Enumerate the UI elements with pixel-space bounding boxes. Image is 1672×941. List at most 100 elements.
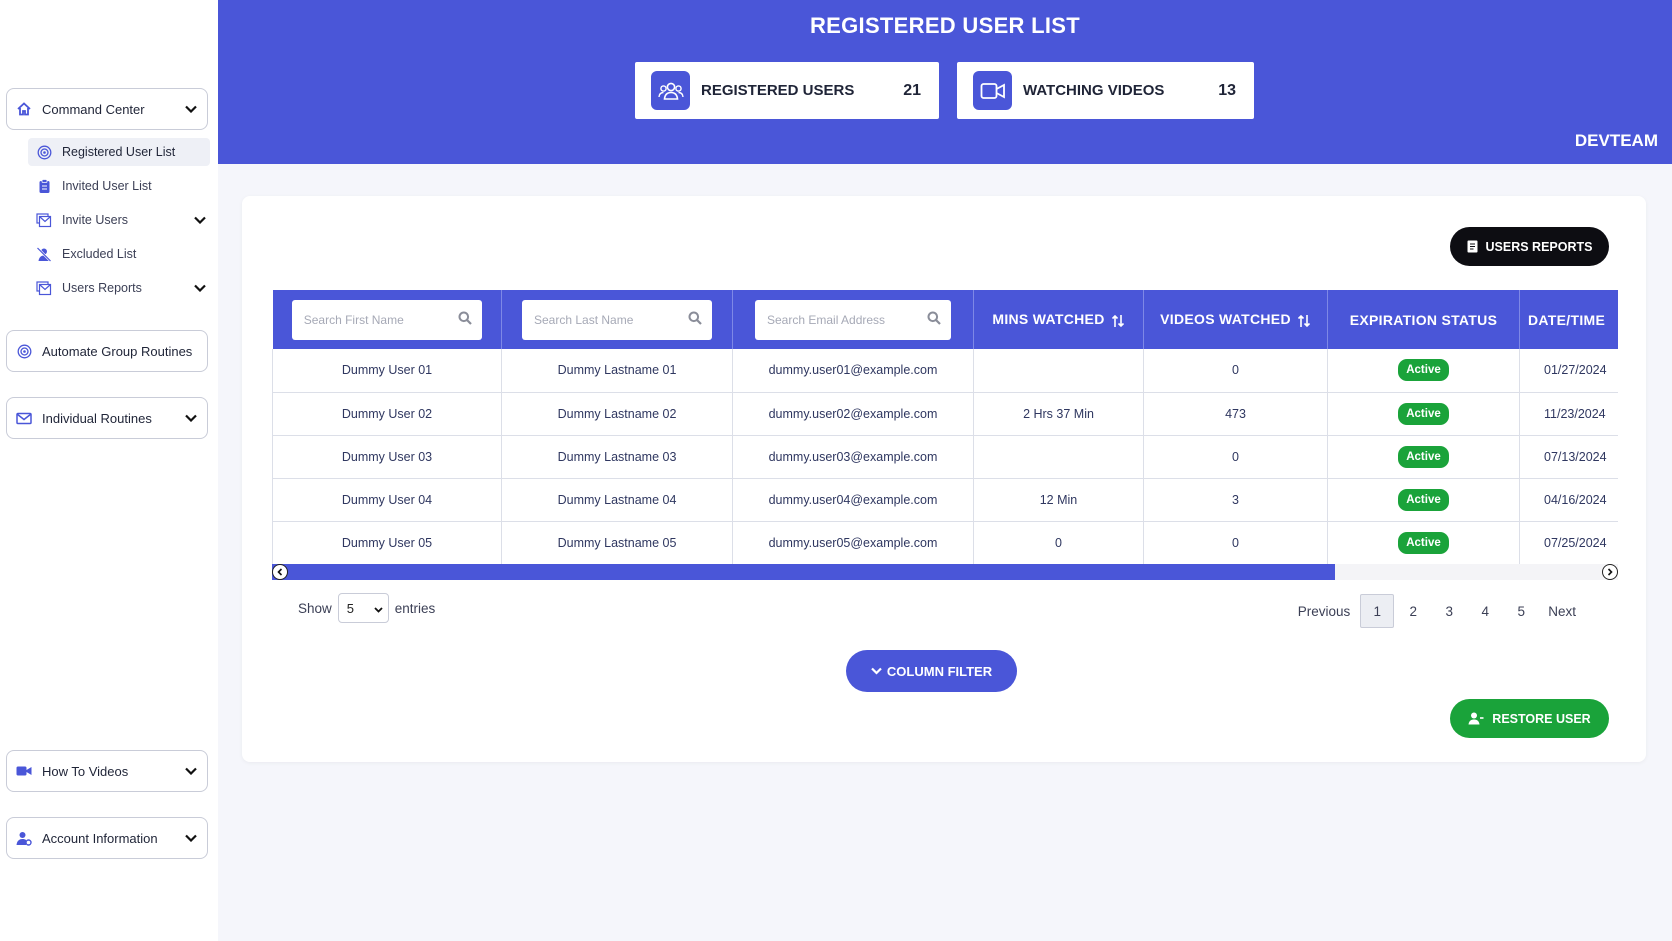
video-camera-icon [15,762,33,780]
show-label: Show [298,600,332,616]
search-email-input[interactable] [767,312,927,327]
automate-group-routines-group[interactable]: Automate Group Routines [6,330,208,372]
users-reports-button[interactable]: USERS REPORTS [1450,227,1609,266]
email-cell: dummy.user04@example.com [732,478,974,522]
how-to-videos-label: How To Videos [42,763,129,779]
entries-length-control: Show 5 entries [298,593,435,623]
table-row[interactable]: Dummy User 01 Dummy Lastname 01 dummy.user… [272,349,1618,393]
individual-routines-label: Individual Routines [42,410,152,426]
first-name-cell: Dummy User 01 [272,349,502,393]
mail-stack-icon [36,280,52,296]
email-cell: dummy.user05@example.com [732,521,974,565]
home-icon [15,100,33,118]
sidebar-item-excluded-list[interactable]: Excluded List [28,240,210,268]
command-center-toggle[interactable]: Command Center [7,89,207,129]
sidebar-item-invite-users[interactable]: Invite Users [28,206,210,234]
videos-watched-label: VIDEOS WATCHED [1160,311,1291,328]
table-row[interactable]: Dummy User 04 Dummy Lastname 04 dummy.user… [272,478,1618,522]
scroll-right-button[interactable] [1602,564,1618,580]
next-page-button[interactable]: Next [1540,594,1584,628]
date-time-cell: 01/27/2024 [1519,349,1618,393]
sidebar-item-label: Users Reports [62,281,142,295]
page-button-2[interactable]: 2 [1396,594,1430,628]
sort-icon[interactable] [1111,314,1125,328]
date-time-cell: 07/13/2024 [1519,435,1618,479]
sidebar-item-label: Invited User List [62,179,152,193]
table-row[interactable]: Dummy User 03 Dummy Lastname 03 dummy.user… [272,435,1618,479]
envelope-icon [15,409,33,427]
registered-users-count: 21 [903,81,921,99]
pagination: Previous 1 2 3 4 5 Next [1288,594,1584,628]
scrollbar-thumb[interactable] [272,564,1335,580]
videos-watched-cell: 473 [1143,392,1328,436]
chevron-down-icon [185,832,197,844]
sort-icon[interactable] [1297,314,1311,328]
search-first-name-input[interactable] [303,312,458,327]
last-name-cell: Dummy Lastname 03 [501,435,733,479]
column-filter-button[interactable]: COLUMN FILTER [846,650,1017,692]
expiration-status-cell: Active [1327,435,1520,479]
individual-routines-group[interactable]: Individual Routines [6,397,208,439]
scroll-left-button[interactable] [272,564,288,580]
table-row[interactable]: Dummy User 02 Dummy Lastname 02 dummy.user… [272,392,1618,436]
account-information-toggle[interactable]: Account Information [7,818,207,858]
entries-select[interactable]: 5 [337,593,389,623]
chevron-left-icon [277,568,283,576]
watching-videos-count: 13 [1218,81,1236,99]
automate-group-routines-label: Automate Group Routines [42,343,193,359]
users-reports-label: USERS REPORTS [1485,239,1593,254]
page-header: REGISTERED USER LIST REGISTERED USERS 21… [218,0,1672,164]
date-time-header: DATE/TIME [1519,290,1618,349]
how-to-videos-toggle[interactable]: How To Videos [7,751,207,791]
target-icon [15,342,33,360]
page-button-1[interactable]: 1 [1360,594,1395,628]
sidebar-item-label: Invite Users [62,213,128,227]
mins-watched-header[interactable]: MINS WATCHED [973,290,1144,349]
search-email-field[interactable] [755,299,951,340]
previous-page-button[interactable]: Previous [1290,594,1359,628]
first-name-cell: Dummy User 03 [272,435,502,479]
automate-group-routines-button[interactable]: Automate Group Routines [7,331,207,371]
status-badge: Active [1398,359,1449,382]
last-name-header [501,290,733,349]
sidebar-item-users-reports[interactable]: Users Reports [28,274,210,302]
email-cell: dummy.user02@example.com [732,392,974,436]
sidebar-item-label: Excluded List [62,247,137,261]
last-name-cell: Dummy Lastname 04 [501,478,733,522]
search-first-name-field[interactable] [291,299,482,340]
status-badge: Active [1398,445,1449,468]
restore-user-label: RESTORE USER [1492,711,1591,726]
target-icon [36,144,52,160]
user-gear-icon [15,829,33,847]
mins-watched-cell [973,349,1144,393]
chevron-down-icon [194,214,206,226]
sidebar-item-invited-user-list[interactable]: Invited User List [28,172,210,200]
mail-stack-icon [36,212,52,228]
search-icon [688,311,702,328]
individual-routines-toggle[interactable]: Individual Routines [7,398,207,438]
search-last-name-input[interactable] [534,312,688,327]
sidebar-item-registered-user-list[interactable]: Registered User List [28,138,210,166]
user-table: MINS WATCHED VIDEOS WATCHED EXPIRATION S… [272,290,1618,565]
horizontal-scrollbar[interactable] [272,564,1618,580]
videos-watched-cell: 0 [1143,349,1328,393]
restore-user-button[interactable]: RESTORE USER [1450,699,1609,738]
search-last-name-field[interactable] [522,299,712,340]
videos-watched-cell: 3 [1143,478,1328,522]
command-center-label: Command Center [42,101,145,117]
command-center-submenu: Registered User List Invited User List I… [28,138,210,308]
videos-watched-header[interactable]: VIDEOS WATCHED [1143,290,1328,349]
table-row[interactable]: Dummy User 05 Dummy Lastname 05 dummy.user… [272,521,1618,565]
page-button-5[interactable]: 5 [1504,594,1538,628]
mins-watched-cell: 0 [973,521,1144,565]
table-header-row: MINS WATCHED VIDEOS WATCHED EXPIRATION S… [272,290,1618,349]
entries-select-value: 5 [346,600,355,616]
page-button-4[interactable]: 4 [1468,594,1502,628]
first-name-cell: Dummy User 04 [272,478,502,522]
account-information-group[interactable]: Account Information [6,817,208,859]
date-time-cell: 04/16/2024 [1519,478,1618,522]
how-to-videos-group[interactable]: How To Videos [6,750,208,792]
command-center-group[interactable]: Command Center [6,88,208,130]
page-button-3[interactable]: 3 [1432,594,1466,628]
date-time-cell: 11/23/2024 [1519,392,1618,436]
